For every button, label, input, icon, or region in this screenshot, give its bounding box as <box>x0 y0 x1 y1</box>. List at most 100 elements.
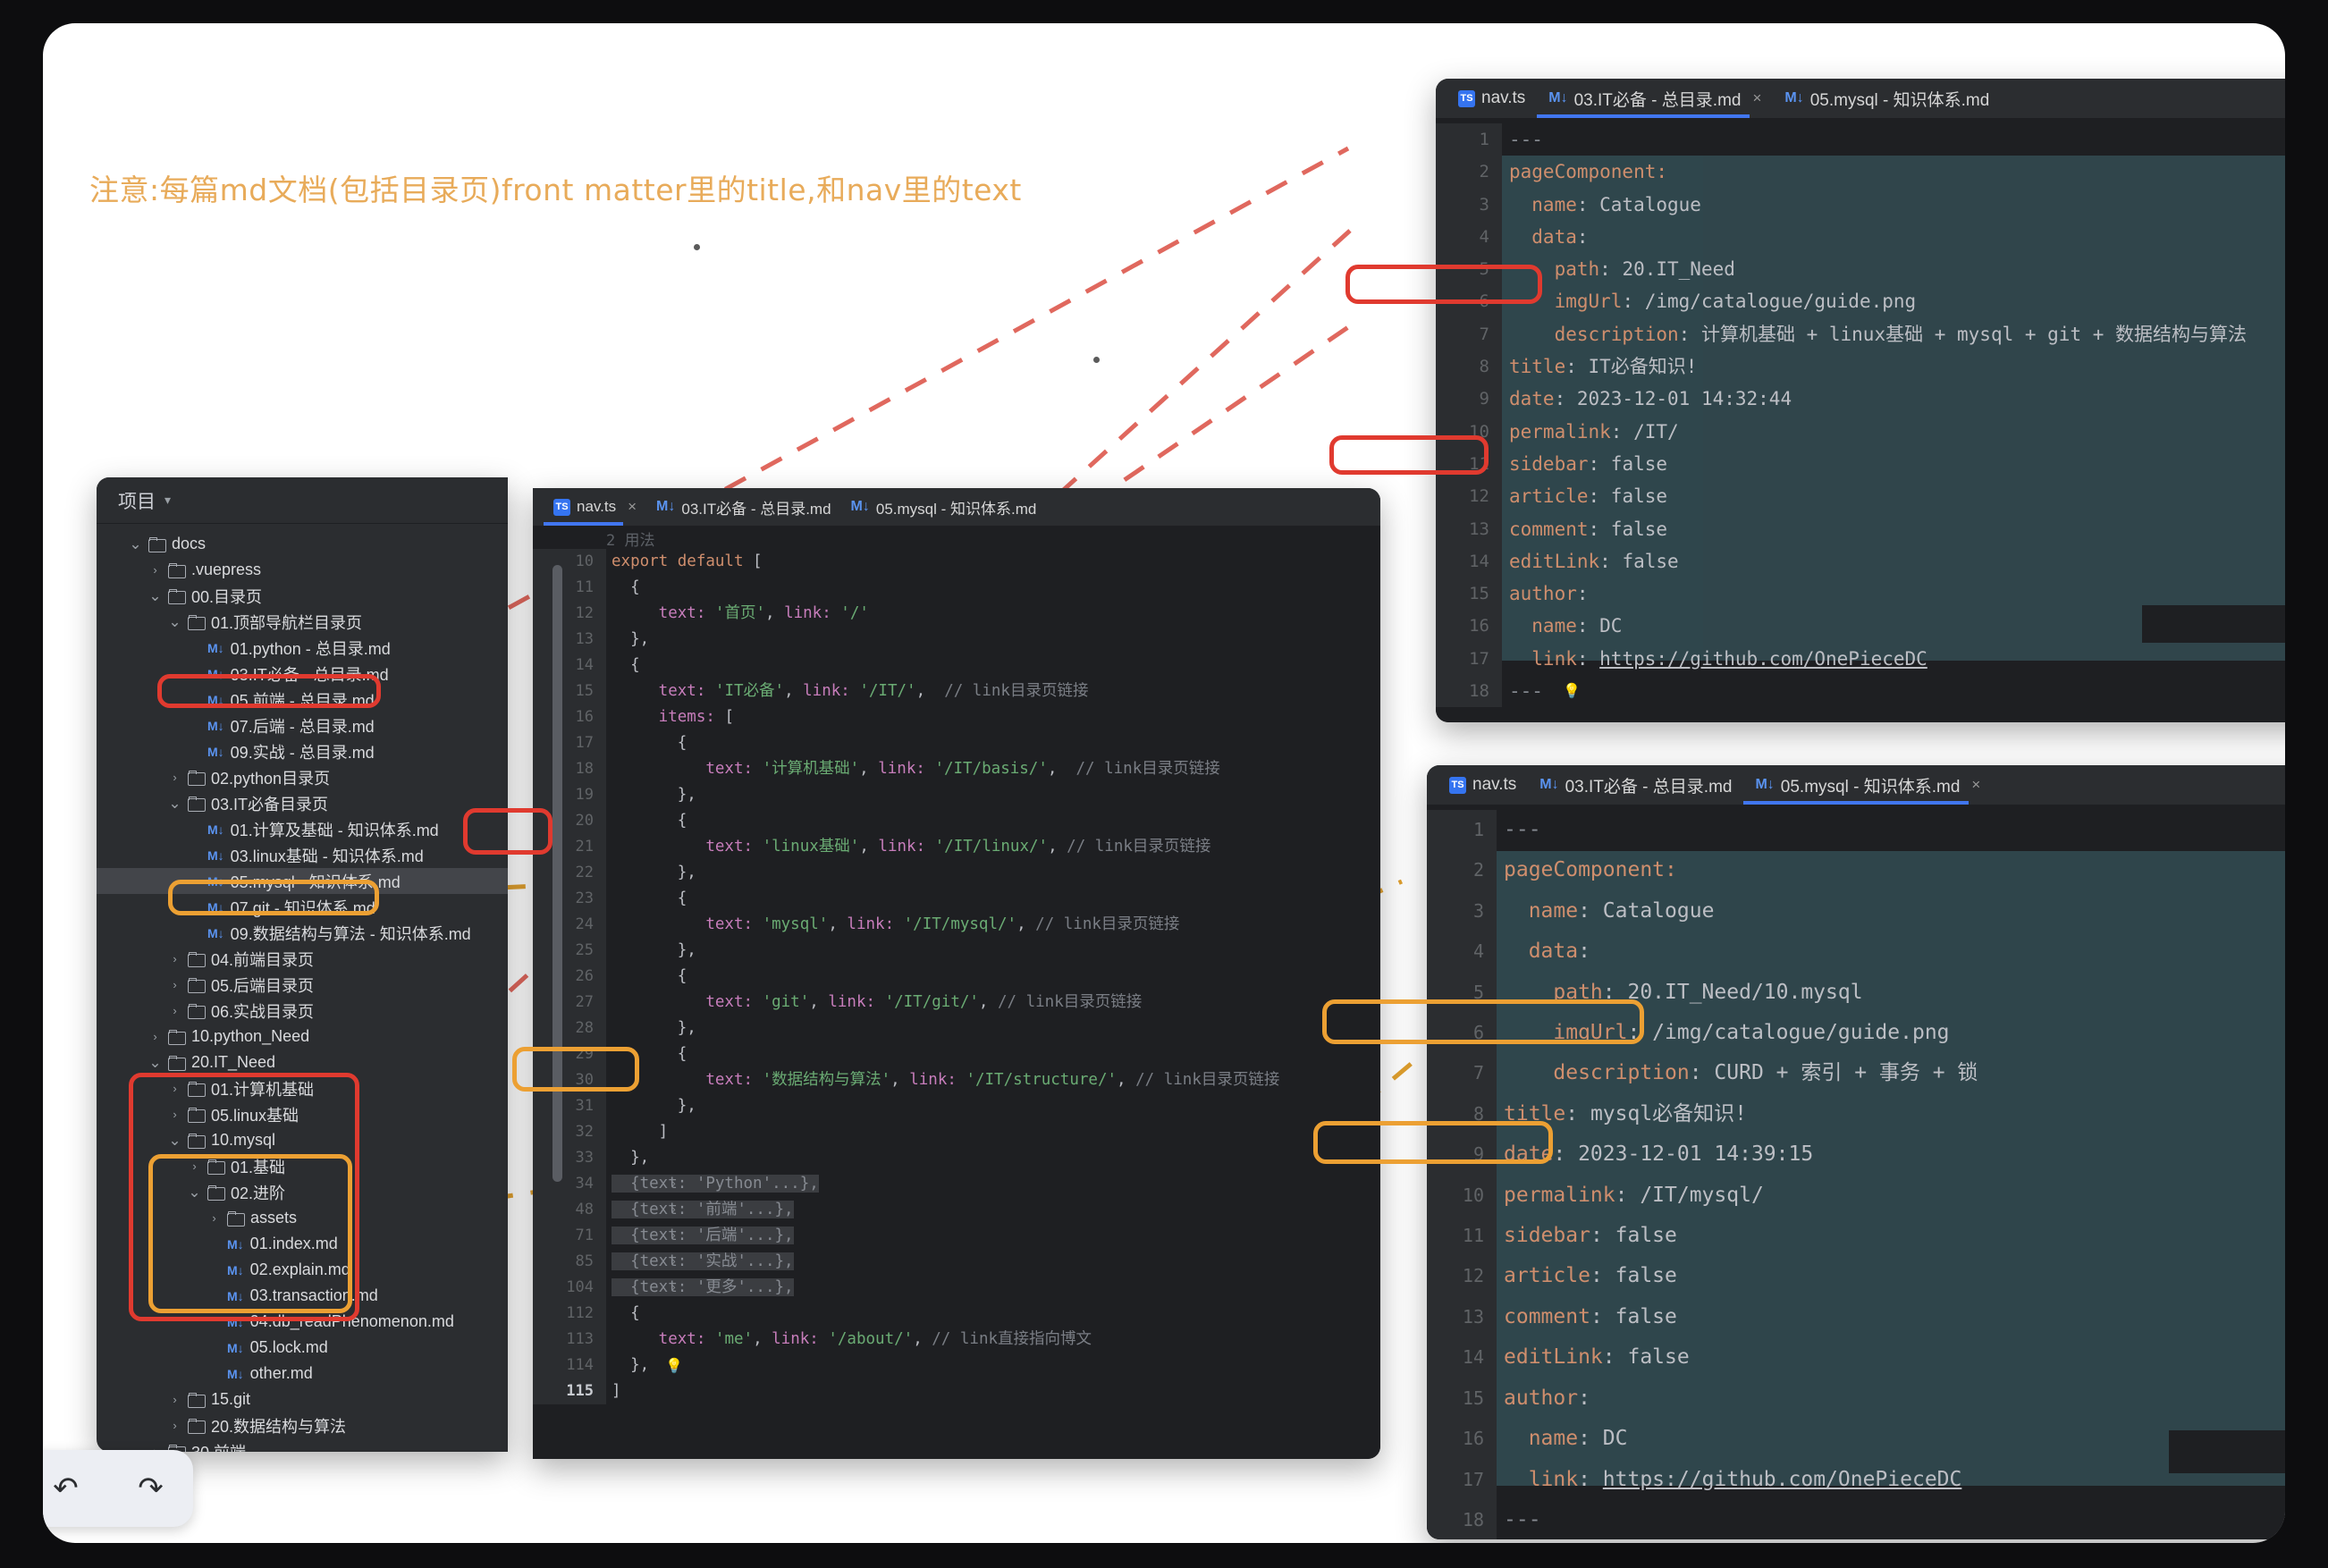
tree-folder-row[interactable]: › 04.前端目录页 <box>97 946 508 972</box>
close-icon[interactable]: × <box>1752 89 1761 107</box>
code-line[interactable]: text: 'IT必备', link: '/IT/', // link目录页链接 <box>612 679 1380 704</box>
code-line[interactable]: link: https://github.com/OnePieceDC <box>1504 1460 2285 1500</box>
tree-folder-row[interactable]: › 01.计算机基础 <box>97 1075 508 1101</box>
code-line[interactable]: permalink: /IT/mysql/ <box>1504 1176 2285 1216</box>
code-line[interactable]: { <box>612 1041 1380 1067</box>
code-line[interactable]: export default [ <box>612 549 1380 575</box>
tree-file-row[interactable]: M↓ 04.db_readPhenomenon.md <box>97 1309 508 1335</box>
markdown-editor-window-mysql[interactable]: TS nav.ts M↓ 03.IT必备 - 总目录.md M↓ 05.mysql - 知… <box>1427 765 2285 1539</box>
code-line[interactable]: › {text: '后端'...}, <box>612 1223 1380 1249</box>
tree-folder-row[interactable]: › .vuepress <box>97 557 508 583</box>
code-line[interactable]: items: [ <box>612 704 1380 730</box>
code-line[interactable]: }, <box>612 1016 1380 1041</box>
code-line[interactable]: comment: false <box>1504 1297 2285 1337</box>
code-line[interactable]: { <box>612 1301 1380 1327</box>
code-line[interactable]: data: <box>1509 221 2285 253</box>
tree-folder-row[interactable]: › 06.实战目录页 <box>97 998 508 1024</box>
code-line[interactable]: › {text: '更多'...}, <box>612 1275 1380 1301</box>
editor-tab[interactable]: M↓ 05.mysql - 知识体系.md <box>1773 79 2001 118</box>
lightbulb-icon[interactable]: 💡 <box>1563 675 1581 707</box>
chevron-down-icon[interactable]: ⌄ <box>168 796 181 811</box>
code-line[interactable]: name: DC <box>1509 610 2285 642</box>
code-line[interactable]: { <box>612 886 1380 912</box>
undo-arrow-icon[interactable]: ↶ <box>53 1471 79 1506</box>
tree-folder-row[interactable]: › 05.linux基础 <box>97 1101 508 1127</box>
editor-tab-bar[interactable]: TS nav.ts × M↓ 03.IT必备 - 总目录.md M↓ 05.mysql - … <box>533 488 1380 526</box>
code-line[interactable]: }, <box>612 938 1380 964</box>
tree-folder-row[interactable]: ⌄ 03.IT必备目录页 <box>97 790 508 816</box>
tree-file-row[interactable]: M↓ 01.index.md <box>97 1231 508 1257</box>
code-line[interactable]: name: Catalogue <box>1509 189 2285 221</box>
code-line[interactable]: sidebar: false <box>1509 448 2285 480</box>
close-icon[interactable]: × <box>1971 776 1980 794</box>
tree-folder-row[interactable]: › 05.后端目录页 <box>97 972 508 998</box>
chevron-right-icon[interactable]: › <box>168 1419 181 1432</box>
code-line[interactable]: path: 20.IT_Need/10.mysql <box>1504 973 2285 1013</box>
code-line[interactable]: }, <box>612 1093 1380 1119</box>
lightbulb-icon[interactable]: 💡 <box>665 1353 683 1378</box>
code-line[interactable]: --- <box>1504 1500 2285 1539</box>
chevron-right-icon[interactable]: › <box>148 563 162 577</box>
code-line[interactable]: date: 2023-12-01 14:32:44 <box>1509 383 2285 415</box>
code-line[interactable]: text: 'me', link: '/about/', // link直接指向… <box>612 1327 1380 1353</box>
tree-folder-row[interactable]: ⌄ 02.进阶 <box>97 1179 508 1205</box>
editor-tab[interactable]: M↓ 03.IT必备 - 总目录.md <box>1528 765 1743 805</box>
code-line[interactable]: path: 20.IT_Need <box>1509 253 2285 285</box>
code-line[interactable]: }, <box>612 782 1380 808</box>
chevron-right-icon[interactable]: › <box>207 1211 221 1225</box>
tree-folder-row[interactable]: ⌄ docs <box>97 531 508 557</box>
chevron-right-icon[interactable]: › <box>168 978 181 991</box>
project-panel[interactable]: 项目 ▾ ⌄ docs › .vuepress ⌄ 00.目录页 ⌄ 01.顶部导航栏目录页 … <box>97 477 508 1452</box>
code-line[interactable]: editLink: false <box>1504 1337 2285 1378</box>
code-line[interactable]: sidebar: false <box>1504 1216 2285 1256</box>
code-line[interactable]: 💡 --- <box>1509 675 2285 707</box>
chevron-down-icon[interactable]: ⌄ <box>148 1055 162 1070</box>
code-line[interactable]: title: mysql必备知识! <box>1504 1094 2285 1134</box>
code-line[interactable]: }, <box>612 860 1380 886</box>
tree-file-row[interactable]: M↓ 05.mysql - 知识体系.md <box>97 868 508 894</box>
code-line[interactable]: title: IT必备知识! <box>1509 350 2285 383</box>
tree-file-row[interactable]: M↓ 02.explain.md <box>97 1257 508 1283</box>
tree-file-row[interactable]: M↓ 01.计算及基础 - 知识体系.md <box>97 816 508 842</box>
editor-tab[interactable]: M↓ 03.IT必备 - 总目录.md × <box>1537 79 1773 118</box>
tree-file-row[interactable]: M↓ 07.后端 - 总目录.md <box>97 712 508 738</box>
tree-folder-row[interactable]: ⌄ 10.mysql <box>97 1127 508 1153</box>
code-line[interactable]: permalink: /IT/ <box>1509 416 2285 448</box>
code-line[interactable]: comment: false <box>1509 513 2285 545</box>
code-line[interactable]: data: <box>1504 932 2285 972</box>
code-line[interactable]: text: 'git', link: '/IT/git/', // link目录… <box>612 990 1380 1016</box>
code-line[interactable]: text: 'mysql', link: '/IT/mysql/', // li… <box>612 912 1380 938</box>
code-line[interactable]: editLink: false <box>1509 545 2285 577</box>
chevron-down-icon[interactable]: ⌄ <box>188 1184 201 1200</box>
chevron-right-icon[interactable]: › <box>671 1223 677 1249</box>
code-line[interactable]: name: Catalogue <box>1504 891 2285 932</box>
code-line[interactable]: { <box>612 653 1380 679</box>
markdown-editor-window-it[interactable]: TS nav.ts M↓ 03.IT必备 - 总目录.md × M↓ 05.mysql - … <box>1436 79 2285 722</box>
code-line[interactable]: › {text: '实战'...}, <box>612 1249 1380 1275</box>
chevron-right-icon[interactable]: › <box>168 1082 181 1095</box>
chevron-right-icon[interactable]: › <box>671 1197 677 1223</box>
file-tree[interactable]: ⌄ docs › .vuepress ⌄ 00.目录页 ⌄ 01.顶部导航栏目录页 M↓ 01.… <box>97 524 508 1452</box>
tree-folder-row[interactable]: › 15.git <box>97 1387 508 1412</box>
chevron-down-icon[interactable]: ⌄ <box>168 614 181 629</box>
tree-file-row[interactable]: M↓ 09.实战 - 总目录.md <box>97 738 508 764</box>
redo-arrow-icon[interactable]: ↷ <box>138 1471 164 1506</box>
markdown-body-mysql[interactable]: 1 2 3 4 5 6 7 8 9 10 11 12 13 14 15 16 17 18 --- pageCompo… <box>1427 805 2285 1539</box>
markdown-content[interactable]: --- pageComponent: name: Catalogue data: … <box>1504 810 2285 1539</box>
tree-file-row[interactable]: M↓ 01.python - 总目录.md <box>97 635 508 661</box>
code-line[interactable]: name: DC <box>1504 1419 2285 1459</box>
chevron-right-icon[interactable]: › <box>671 1249 677 1275</box>
code-editor-window[interactable]: TS nav.ts × M↓ 03.IT必备 - 总目录.md M↓ 05.mysql - … <box>533 488 1380 1459</box>
tree-folder-row[interactable]: ⌄ 00.目录页 <box>97 583 508 609</box>
tree-file-row[interactable]: M↓ 03.IT必备 - 总目录.md <box>97 661 508 687</box>
chevron-down-icon[interactable]: ▾ <box>164 493 171 508</box>
code-line[interactable]: pageComponent: <box>1509 156 2285 188</box>
chevron-down-icon[interactable]: ⌄ <box>129 536 142 552</box>
editor-tab[interactable]: TS nav.ts <box>1447 79 1537 118</box>
code-line[interactable]: --- <box>1504 810 2285 850</box>
whiteboard-canvas[interactable]: 注意:每篇md文档(包括目录页)front matter里的title,和nav… <box>43 23 2285 1543</box>
chevron-down-icon[interactable]: ⌄ <box>148 588 162 603</box>
chevron-down-icon[interactable]: ⌄ <box>168 1133 181 1148</box>
chevron-right-icon[interactable]: › <box>188 1159 201 1173</box>
tree-folder-row[interactable]: ⌄ 20.IT_Need <box>97 1050 508 1075</box>
